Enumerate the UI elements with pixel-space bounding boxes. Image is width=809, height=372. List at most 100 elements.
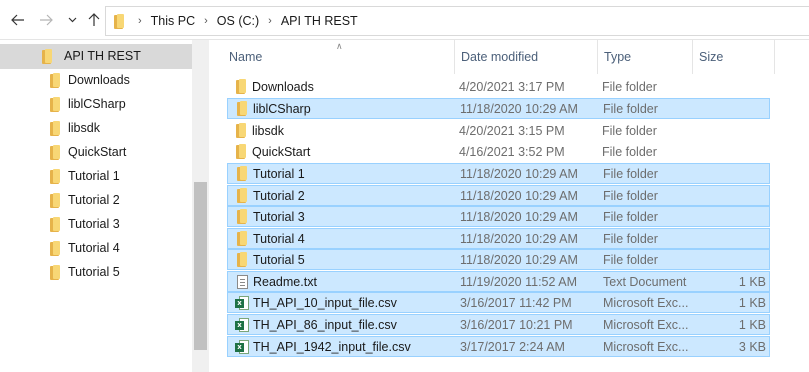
nav-item-label: Tutorial 5: [68, 265, 120, 279]
breadcrumb-this-pc[interactable]: This PC: [151, 14, 195, 28]
file-date-modified: 4/16/2021 3:52 PM: [459, 144, 565, 159]
nav-item-downloads[interactable]: Downloads: [50, 69, 130, 91]
folder-row[interactable]: QuickStart 4/16/2021 3:52 PM File folder: [227, 141, 770, 162]
nav-item-label: QuickStart: [68, 145, 127, 159]
recent-locations-button[interactable]: [62, 10, 82, 30]
folder-icon: [50, 144, 60, 160]
column-header-date-modified[interactable]: Date modified: [455, 40, 598, 74]
file-name: Tutorial 3: [253, 209, 305, 224]
file-date-modified: 11/18/2020 10:29 AM: [460, 209, 578, 224]
nav-item-label: liblCSharp: [68, 97, 126, 111]
folder-icon-shape: [237, 209, 247, 224]
nav-item-tutorial-3[interactable]: Tutorial 3: [50, 213, 120, 235]
chevron-right-icon[interactable]: ›: [204, 15, 208, 27]
folder-icon-shape: [237, 231, 247, 246]
excel-x-mark: x: [235, 298, 244, 308]
folder-row[interactable]: liblCSharp 11/18/2020 10:29 AM File folder: [227, 98, 770, 119]
folder-row[interactable]: Tutorial 1 11/18/2020 10:29 AM File folder: [227, 163, 770, 184]
excel-csv-icon-shape: x: [235, 295, 249, 310]
column-header-label: Size: [699, 50, 724, 64]
folder-row[interactable]: libsdk 4/20/2021 3:15 PM File folder: [227, 120, 770, 141]
file-size: 1 KB: [738, 295, 766, 310]
excel-csv-icon-shape: x: [235, 339, 249, 354]
file-type: Text Document: [603, 274, 687, 289]
up-button[interactable]: [84, 10, 104, 30]
file-type: File folder: [602, 144, 657, 159]
nav-item-api-th-rest[interactable]: API TH REST: [42, 45, 141, 67]
file-name: Tutorial 4: [253, 231, 305, 246]
excel-csv-icon: x: [234, 293, 250, 312]
file-row[interactable]: x TH_API_1942_input_file.csv 3/17/2017 2:2…: [227, 336, 770, 357]
nav-item-tutorial-2[interactable]: Tutorial 2: [50, 189, 120, 211]
nav-scrollbar-thumb[interactable]: [194, 182, 207, 350]
folder-icon: [50, 240, 60, 256]
nav-item-liblcsharp[interactable]: liblCSharp: [50, 93, 126, 115]
file-name: Tutorial 5: [253, 252, 305, 267]
column-header-label: Name: [229, 50, 263, 64]
forward-button[interactable]: [36, 10, 56, 30]
nav-item-label: API TH REST: [64, 49, 141, 63]
folder-icon: [234, 186, 250, 205]
folder-icon: [42, 48, 52, 64]
folder-icon: [234, 207, 250, 226]
file-row[interactable]: Readme.txt 11/19/2020 11:52 AM Text Docume…: [227, 271, 770, 292]
folder-icon-shape: [236, 144, 246, 159]
nav-item-tutorial-1[interactable]: Tutorial 1: [50, 165, 120, 187]
chevron-right-icon[interactable]: ›: [268, 15, 272, 27]
column-header-size[interactable]: Size: [693, 40, 775, 74]
folder-row[interactable]: Tutorial 3 11/18/2020 10:29 AM File folder: [227, 206, 770, 227]
nav-item-label: Tutorial 2: [68, 193, 120, 207]
folder-row[interactable]: Tutorial 4 11/18/2020 10:29 AM File folder: [227, 228, 770, 249]
arrow-right-icon: [40, 14, 53, 26]
folder-icon-shape: [237, 101, 247, 116]
folder-icon-shape: [237, 252, 247, 267]
folder-row[interactable]: Downloads 4/20/2021 3:17 PM File folder: [227, 76, 770, 97]
folder-icon-shape: [237, 166, 247, 181]
nav-item-quickstart[interactable]: QuickStart: [50, 141, 126, 163]
folder-row[interactable]: Tutorial 5 11/18/2020 10:29 AM File folder: [227, 249, 770, 270]
file-type: File folder: [603, 209, 658, 224]
file-name: Downloads: [252, 79, 314, 94]
file-name: QuickStart: [252, 144, 311, 159]
file-date-modified: 4/20/2021 3:17 PM: [459, 79, 565, 94]
chevron-down-icon: [68, 17, 76, 23]
file-type: Microsoft Exc...: [603, 317, 689, 332]
breadcrumb-drive[interactable]: OS (C:): [217, 14, 259, 28]
file-type: Microsoft Exc...: [603, 339, 689, 354]
folder-icon: [50, 96, 60, 112]
file-row[interactable]: x TH_API_10_input_file.csv 3/16/2017 11:42…: [227, 292, 770, 313]
folder-icon: [233, 76, 249, 97]
file-type: Microsoft Exc...: [603, 295, 689, 310]
nav-item-label: Tutorial 3: [68, 217, 120, 231]
back-button[interactable]: [8, 10, 28, 30]
excel-x-mark: x: [235, 320, 244, 330]
file-row[interactable]: x TH_API_86_input_file.csv 3/16/2017 10:21…: [227, 314, 770, 335]
column-headers: Name ∧ Date modified Type Size: [209, 40, 809, 74]
file-type: File folder: [603, 188, 658, 203]
chevron-right-icon[interactable]: ›: [138, 15, 142, 27]
folder-icon: [233, 141, 249, 162]
folder-icon-shape: [236, 123, 246, 138]
nav-item-tutorial-4[interactable]: Tutorial 4: [50, 237, 120, 259]
file-list: Name ∧ Date modified Type Size Downloads…: [209, 40, 809, 372]
file-date-modified: 3/17/2017 2:24 AM: [460, 339, 565, 354]
nav-item-tutorial-5[interactable]: Tutorial 5: [50, 261, 120, 283]
folder-icon: [50, 168, 60, 184]
nav-item-libsdk[interactable]: libsdk: [50, 117, 100, 139]
address-bar[interactable]: › This PC › OS (C:) › API TH REST: [105, 6, 809, 36]
file-name: libsdk: [252, 123, 284, 138]
folder-icon: [50, 216, 60, 232]
folder-row[interactable]: Tutorial 2 11/18/2020 10:29 AM File folder: [227, 185, 770, 206]
folder-icon: [114, 13, 124, 29]
nav-item-label: Tutorial 4: [68, 241, 120, 255]
file-type: File folder: [603, 166, 658, 181]
breadcrumb-current-folder[interactable]: API TH REST: [281, 14, 358, 28]
text-document-icon-shape: [236, 274, 248, 289]
column-header-type[interactable]: Type: [598, 40, 693, 74]
folder-icon: [233, 120, 249, 141]
nav-item-label: libsdk: [68, 121, 100, 135]
file-size: 1 KB: [738, 317, 766, 332]
address-toolbar: › This PC › OS (C:) › API TH REST: [0, 0, 809, 40]
arrow-left-icon: [11, 14, 24, 26]
file-name: TH_API_86_input_file.csv: [253, 317, 397, 332]
